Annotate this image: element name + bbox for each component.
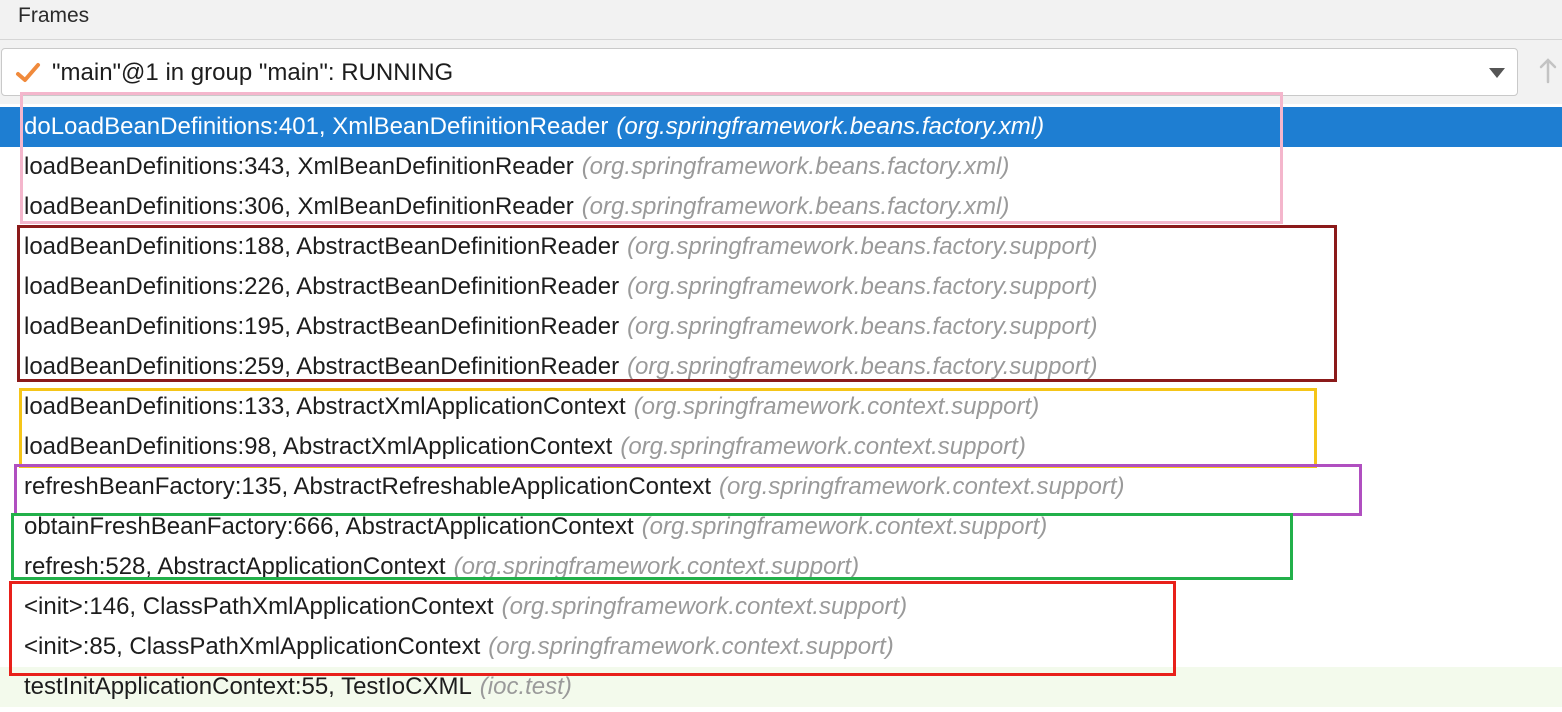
thread-selector-value: "main"@1 in group "main": RUNNING <box>52 59 454 86</box>
frame-package: (org.springframework.context.support) <box>620 433 1026 460</box>
frame-method: loadBeanDefinitions:259, AbstractBeanDef… <box>24 353 620 380</box>
frame-row[interactable]: testInitApplicationContext:55, TestIoCXM… <box>0 667 1562 707</box>
chevron-down-icon[interactable] <box>1489 68 1505 78</box>
panel-title: Frames <box>18 4 90 27</box>
frames-list: doLoadBeanDefinitions:401, XmlBeanDefini… <box>0 107 1562 707</box>
frame-method: loadBeanDefinitions:188, AbstractBeanDef… <box>24 233 620 260</box>
frame-method: refresh:528, AbstractApplicationContext <box>24 553 446 580</box>
frame-row[interactable]: refresh:528, AbstractApplicationContext (… <box>0 547 1562 587</box>
frame-method: loadBeanDefinitions:133, AbstractXmlAppl… <box>24 393 626 420</box>
frame-method: loadBeanDefinitions:306, XmlBeanDefiniti… <box>24 193 574 220</box>
frame-method: obtainFreshBeanFactory:666, AbstractAppl… <box>24 513 634 540</box>
frame-package: (org.springframework.context.support) <box>501 593 908 620</box>
frame-row[interactable]: doLoadBeanDefinitions:401, XmlBeanDefini… <box>0 107 1562 147</box>
frame-method: loadBeanDefinitions:226, AbstractBeanDef… <box>24 273 620 300</box>
frame-package: (org.springframework.beans.factory.xml) <box>581 193 1010 220</box>
frame-row[interactable]: refreshBeanFactory:135, AbstractRefresha… <box>0 467 1562 507</box>
frame-method: loadBeanDefinitions:343, XmlBeanDefiniti… <box>24 153 574 180</box>
frame-package: (org.springframework.beans.factory.xml) <box>616 113 1045 140</box>
frame-row[interactable]: loadBeanDefinitions:98, AbstractXmlAppli… <box>0 427 1562 467</box>
frame-row[interactable]: <init>:146, ClassPathXmlApplicationConte… <box>0 587 1562 627</box>
frame-row[interactable]: loadBeanDefinitions:259, AbstractBeanDef… <box>0 347 1562 387</box>
frame-package: (org.springframework.context.support) <box>641 513 1048 540</box>
up-arrow-icon[interactable] <box>1537 52 1559 92</box>
frame-package: (org.springframework.beans.factory.xml) <box>581 153 1010 180</box>
frame-method: loadBeanDefinitions:98, AbstractXmlAppli… <box>24 433 613 460</box>
frame-method: doLoadBeanDefinitions:401, XmlBeanDefini… <box>24 113 609 140</box>
frame-package: (org.springframework.beans.factory.suppo… <box>627 273 1098 300</box>
frame-method: <init>:146, ClassPathXmlApplicationConte… <box>24 593 494 620</box>
frame-package: (org.springframework.context.support) <box>719 473 1125 500</box>
frame-method: loadBeanDefinitions:195, AbstractBeanDef… <box>24 313 620 340</box>
frame-row[interactable]: loadBeanDefinitions:226, AbstractBeanDef… <box>0 267 1562 307</box>
frames-panel-header: Frames <box>0 0 1562 40</box>
thread-selector-dropdown[interactable]: "main"@1 in group "main": RUNNING <box>1 48 1518 96</box>
frame-row[interactable]: loadBeanDefinitions:133, AbstractXmlAppl… <box>0 387 1562 427</box>
thread-toolbar: "main"@1 in group "main": RUNNING <box>0 40 1562 104</box>
frame-row[interactable]: loadBeanDefinitions:306, XmlBeanDefiniti… <box>0 187 1562 227</box>
frame-method: refreshBeanFactory:135, AbstractRefresha… <box>24 473 712 500</box>
frame-package: (ioc.test) <box>479 673 572 700</box>
frame-package: (org.springframework.beans.factory.suppo… <box>627 353 1098 380</box>
frame-row[interactable]: obtainFreshBeanFactory:666, AbstractAppl… <box>0 507 1562 547</box>
frame-package: (org.springframework.context.support) <box>453 553 860 580</box>
frame-method: <init>:85, ClassPathXmlApplicationContex… <box>24 633 481 660</box>
frame-package: (org.springframework.beans.factory.suppo… <box>627 313 1098 340</box>
frame-row[interactable]: loadBeanDefinitions:195, AbstractBeanDef… <box>0 307 1562 347</box>
check-icon <box>16 63 40 82</box>
frame-method: testInitApplicationContext:55, TestIoCXM… <box>24 673 472 700</box>
frame-package: (org.springframework.beans.factory.suppo… <box>627 233 1098 260</box>
frame-package: (org.springframework.context.support) <box>488 633 894 660</box>
frame-row[interactable]: loadBeanDefinitions:188, AbstractBeanDef… <box>0 227 1562 267</box>
frame-package: (org.springframework.context.support) <box>633 393 1040 420</box>
frame-row[interactable]: loadBeanDefinitions:343, XmlBeanDefiniti… <box>0 147 1562 187</box>
frame-row[interactable]: <init>:85, ClassPathXmlApplicationContex… <box>0 627 1562 667</box>
